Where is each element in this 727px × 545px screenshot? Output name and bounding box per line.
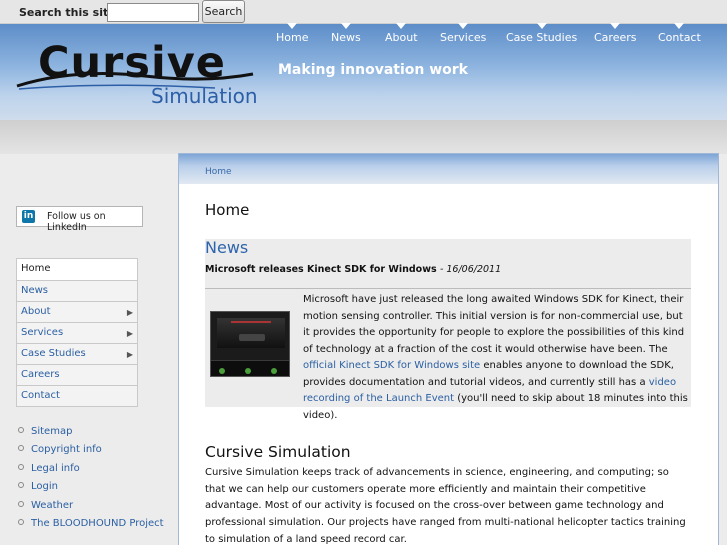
panel-header — [179, 154, 718, 184]
nav-about-label: About — [385, 31, 418, 44]
nav-news[interactable]: News — [331, 23, 361, 44]
sidebar-item-services[interactable]: Services ▶ — [17, 322, 137, 343]
link-label: Legal info — [31, 463, 80, 474]
linkedin-follow-button[interactable]: in Follow us on LinkedIn — [16, 206, 143, 233]
sidebar-item-label: Home — [21, 263, 51, 274]
link-label: The BLOODHOUND Project — [31, 518, 164, 529]
nav-services-label: Services — [440, 31, 487, 44]
link-legal[interactable]: Legal info — [18, 463, 80, 474]
news-date: - 16/06/2011 — [439, 264, 502, 275]
sidebar-menu: Home News About ▶ Services ▶ Case Studies ▶… — [16, 258, 138, 407]
news-heading[interactable]: News — [205, 238, 248, 257]
divider — [205, 288, 691, 289]
nav-home-label: Home — [276, 31, 309, 44]
link-label: Weather — [31, 500, 74, 511]
news-text: Microsoft have just released the long aw… — [303, 294, 685, 355]
kinect-sdk-link[interactable]: official Kinect SDK for Windows site — [303, 360, 480, 371]
link-label: Login — [31, 481, 58, 492]
news-body: Microsoft have just released the long aw… — [303, 292, 689, 424]
control-dot-icon — [219, 368, 225, 374]
sidebar-item-label: News — [21, 285, 49, 296]
nav-contact[interactable]: Contact — [658, 23, 701, 44]
sidebar-item-case-studies[interactable]: Case Studies ▶ — [17, 343, 137, 364]
sidebar-item-contact[interactable]: Contact — [17, 385, 137, 406]
nav-services[interactable]: Services — [440, 23, 487, 44]
search-label: Search this site: — [19, 6, 121, 19]
chevron-right-icon: ▶ — [126, 308, 133, 317]
triangle-down-icon — [340, 23, 351, 29]
circle-bullet-icon — [18, 464, 24, 470]
sidebar-item-news[interactable]: News — [17, 280, 137, 301]
link-copyright[interactable]: Copyright info — [18, 444, 102, 455]
tagline: Making innovation work — [278, 62, 468, 78]
linkedin-label: Follow us on LinkedIn — [47, 211, 106, 233]
logo-cursive[interactable]: Cursive — [38, 38, 226, 88]
nav-contact-label: Contact — [658, 31, 701, 44]
thumbnail-controls — [211, 360, 289, 376]
section-title: Cursive Simulation — [205, 443, 351, 461]
control-dot-icon — [271, 368, 277, 374]
search-button[interactable]: Search — [202, 0, 245, 23]
sidebar-item-careers[interactable]: Careers — [17, 364, 137, 385]
news-thumbnail[interactable] — [210, 311, 290, 377]
circle-bullet-icon — [18, 501, 24, 507]
nav-case-studies-label: Case Studies — [506, 31, 578, 44]
linkedin-icon: in — [22, 210, 35, 223]
site-search-bar: Search this site: Search — [0, 0, 727, 24]
link-weather[interactable]: Weather — [18, 500, 73, 511]
nav-home[interactable]: Home — [276, 23, 309, 44]
chevron-right-icon: ▶ — [126, 350, 133, 359]
site-header: Cursive Simulation Making innovation wor… — [0, 23, 727, 120]
link-bloodhound[interactable]: The BLOODHOUND Project — [18, 518, 164, 529]
search-input[interactable] — [107, 3, 199, 22]
sidebar-item-label: Services — [21, 327, 64, 338]
sidebar-item-label: Case Studies — [21, 348, 86, 359]
nav-case-studies[interactable]: Case Studies — [506, 23, 578, 44]
thumbnail-screen — [217, 318, 285, 348]
logo-simulation[interactable]: Simulation — [151, 84, 258, 108]
section-body: Cursive Simulation keeps track of advanc… — [205, 467, 686, 545]
sidebar-item-about[interactable]: About ▶ — [17, 301, 137, 322]
triangle-down-icon — [536, 23, 547, 29]
page-title: Home — [205, 201, 250, 219]
sidebar-item-label: Contact — [21, 390, 60, 401]
triangle-down-icon — [287, 23, 298, 29]
sidebar-item-label: About — [21, 306, 51, 317]
thumbnail-caption-bar — [231, 321, 271, 323]
news-item-title: Microsoft releases Kinect SDK for Window… — [205, 264, 501, 275]
circle-bullet-icon — [18, 445, 24, 451]
main-content: Home Home News Microsoft releases Kinect… — [178, 153, 719, 545]
circle-bullet-icon — [18, 427, 24, 433]
circle-bullet-icon — [18, 482, 24, 488]
link-login[interactable]: Login — [18, 481, 58, 492]
triangle-down-icon — [610, 23, 621, 29]
link-label: Sitemap — [31, 426, 73, 437]
nav-careers[interactable]: Careers — [594, 23, 637, 44]
breadcrumb[interactable]: Home — [205, 167, 232, 177]
kinect-sensor-icon — [239, 334, 265, 341]
nav-careers-label: Careers — [594, 31, 637, 44]
news-title: Microsoft releases Kinect SDK for Window… — [205, 264, 437, 275]
nav-news-label: News — [331, 31, 361, 44]
circle-bullet-icon — [18, 519, 24, 525]
control-dot-icon — [245, 368, 251, 374]
link-sitemap[interactable]: Sitemap — [18, 426, 72, 437]
triangle-down-icon — [396, 23, 407, 29]
triangle-down-icon — [458, 23, 469, 29]
header-band — [0, 120, 727, 154]
sidebar-item-home[interactable]: Home — [17, 259, 137, 280]
nav-about[interactable]: About — [385, 23, 418, 44]
sidebar-item-label: Careers — [21, 369, 60, 380]
triangle-down-icon — [674, 23, 685, 29]
chevron-right-icon: ▶ — [126, 329, 133, 338]
link-label: Copyright info — [31, 444, 102, 455]
